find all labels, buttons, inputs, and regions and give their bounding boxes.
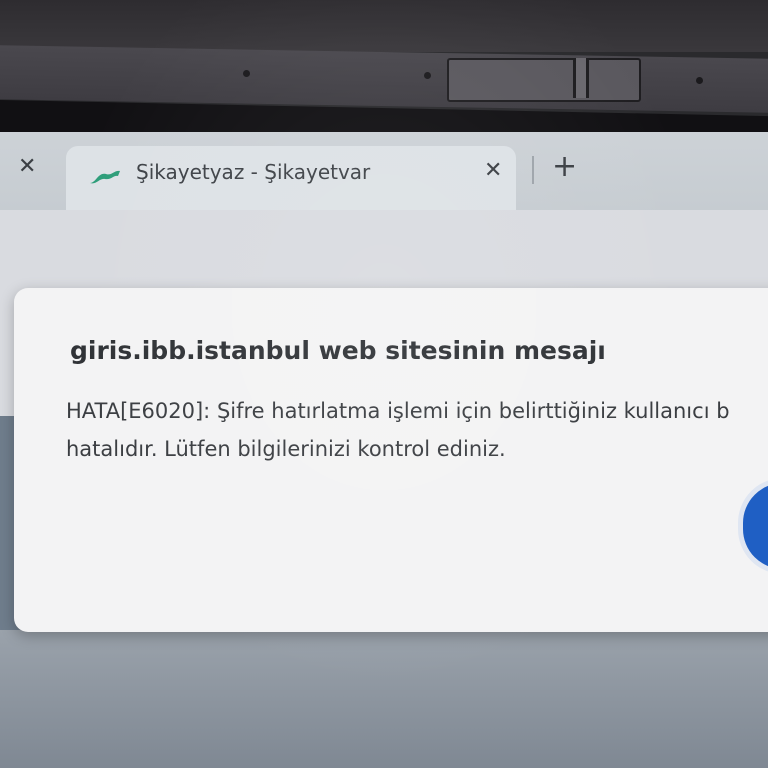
close-icon[interactable]: ✕ (484, 160, 502, 182)
plus-icon[interactable]: + (552, 152, 577, 182)
dialog-title: giris.ibb.istanbul web sitesinin mesajı (70, 336, 606, 365)
dialog-message: HATA[E6020]: Şifre hatırlatma işlemi içi… (66, 392, 768, 468)
alert-dialog: giris.ibb.istanbul web sitesinin mesajı … (14, 288, 768, 632)
page-dimmed-background (0, 630, 768, 768)
webcam-shutter-slider[interactable] (573, 58, 589, 98)
dialog-message-line: HATA[E6020]: Şifre hatırlatma işlemi içi… (66, 399, 730, 423)
tab-sikayetyaz[interactable]: Şikayetyaz - Şikayetvar ✕ (66, 146, 516, 210)
laptop-bezel-top (0, 0, 768, 52)
tab-title: Şikayetyaz - Şikayetvar (136, 160, 371, 184)
browser-tab-strip: ✕ Şikayetyaz - Şikayetvar ✕ + (0, 132, 768, 210)
dialog-message-line: hatalıdır. Lütfen bilgilerinizi kontrol … (66, 437, 506, 461)
sikayetvar-logo-icon (90, 170, 120, 184)
tab-divider (532, 156, 534, 184)
bezel-sensor-dot (243, 70, 250, 77)
bezel-sensor-dot (696, 77, 703, 84)
bezel-sensor-dot (424, 72, 431, 79)
ok-button[interactable] (738, 478, 768, 574)
photo-of-laptop-screen: ✕ Şikayetyaz - Şikayetvar ✕ + giris.ibb.… (0, 0, 768, 768)
close-icon[interactable]: ✕ (18, 156, 36, 178)
webcam-shutter[interactable] (447, 58, 641, 102)
